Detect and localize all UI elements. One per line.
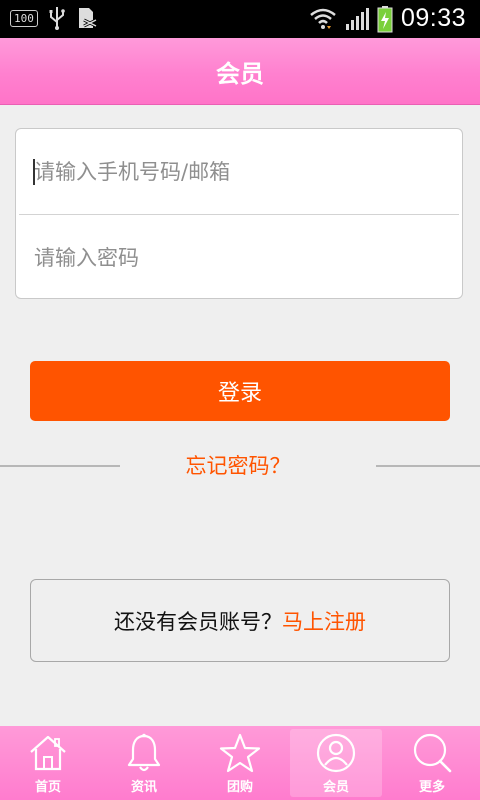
user-icon: [316, 733, 356, 773]
status-bar: 100 09:33: [0, 0, 480, 38]
forgot-password-row: 忘记密码？: [0, 448, 480, 484]
usb-icon: [49, 7, 65, 30]
tab-more[interactable]: 更多: [384, 726, 480, 800]
login-button[interactable]: 登录: [30, 361, 450, 421]
clock: 09:33: [400, 4, 466, 32]
battery-charging-icon: [377, 5, 393, 32]
login-form-card: 请输入手机号码/邮箱 请输入密码: [15, 128, 463, 299]
tab-home-label: 首页: [34, 780, 61, 795]
battery-percent-indicator: 100: [10, 9, 38, 27]
register-question: 还没有会员账号？: [114, 609, 282, 634]
divider-right: [376, 465, 480, 467]
password-input[interactable]: 请输入密码: [16, 215, 462, 299]
sd-card-icon: [78, 8, 97, 28]
account-input-placeholder: 请输入手机号码/邮箱: [34, 160, 231, 184]
wifi-icon: [310, 8, 336, 29]
tab-member[interactable]: 会员: [288, 726, 384, 800]
tab-more-label: 更多: [418, 780, 445, 795]
search-icon: [413, 733, 452, 773]
signal-icon: [345, 7, 369, 30]
tab-news-label: 资讯: [130, 780, 157, 795]
status-bar-right-icons: 09:33: [309, 4, 466, 33]
text-cursor: [33, 159, 35, 185]
tab-group-buy[interactable]: 团购: [192, 726, 288, 800]
bell-icon: [127, 733, 161, 772]
tab-home[interactable]: 首页: [0, 726, 96, 800]
password-input-placeholder: 请输入密码: [34, 246, 139, 270]
account-input[interactable]: 请输入手机号码/邮箱: [16, 129, 462, 213]
tab-news[interactable]: 资讯: [96, 726, 192, 800]
title-bar: 会员: [0, 38, 480, 105]
status-bar-left-icons: 100: [10, 6, 98, 30]
tab-group-buy-label: 团购: [226, 780, 253, 795]
home-icon: [30, 735, 66, 771]
tab-member-label: 会员: [322, 780, 349, 795]
register-link[interactable]: 马上注册: [282, 606, 366, 636]
bottom-tab-bar: 首页 资讯 团购 会员 更多: [0, 726, 480, 800]
star-icon: [219, 733, 261, 773]
page-title: 会员: [216, 59, 264, 88]
register-prompt-box: 还没有会员账号？ 马上注册: [30, 579, 450, 662]
